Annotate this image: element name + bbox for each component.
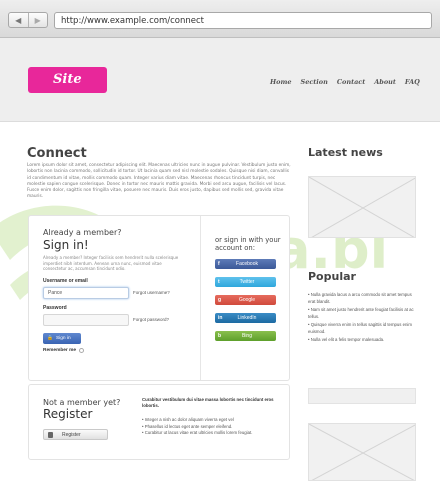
signin-button-label: Sign in bbox=[55, 335, 71, 341]
list-item[interactable]: • Nulla gravida lacus a arcu commodo sit… bbox=[308, 292, 418, 305]
signin-heading: Sign in! bbox=[43, 238, 89, 252]
site-header: Site Home Section Contact About FAQ bbox=[0, 38, 440, 122]
nav-item-about[interactable]: About bbox=[374, 78, 396, 86]
social-signin: or sign in with your account on: f Faceb… bbox=[215, 236, 281, 341]
main-nav: Home Section Contact About FAQ bbox=[270, 78, 420, 86]
forgot-password-link[interactable]: Forgot password? bbox=[133, 317, 169, 322]
latest-news-title: Latest news bbox=[308, 146, 383, 159]
twitter-button[interactable]: t Twitter bbox=[215, 277, 276, 287]
register-button[interactable]: Register bbox=[43, 429, 108, 440]
page-title: Connect bbox=[27, 146, 87, 161]
username-input[interactable]: Pance bbox=[43, 286, 129, 299]
login-panel: Already a member? Sign in! Already a mem… bbox=[28, 215, 290, 381]
news-image-placeholder bbox=[308, 176, 416, 238]
bing-label: Bing bbox=[241, 333, 252, 339]
nav-item-contact[interactable]: Contact bbox=[337, 78, 365, 86]
not-member-label: Not a member yet? bbox=[43, 398, 121, 407]
list-item: • Curabitur ut lacus vitae erat ultricie… bbox=[142, 430, 253, 435]
social-signin-title: or sign in with your account on: bbox=[215, 236, 281, 252]
back-icon[interactable]: ◀ bbox=[9, 13, 28, 27]
google-button[interactable]: g Google bbox=[215, 295, 276, 305]
register-heading: Register bbox=[43, 407, 93, 421]
forward-icon[interactable]: ▶ bbox=[27, 13, 48, 27]
browser-toolbar: ◀ ▶ http://www.example.com/connect bbox=[0, 0, 440, 38]
linkedin-button[interactable]: in LinkedIn bbox=[215, 313, 276, 323]
username-label: Username or email bbox=[43, 277, 88, 284]
already-member-label: Already a member? bbox=[43, 228, 122, 237]
linkedin-label: LinkedIn bbox=[237, 315, 257, 321]
image-placeholder-icon bbox=[309, 177, 415, 237]
facebook-label: Facebook bbox=[236, 261, 258, 267]
remember-me[interactable]: Remember me bbox=[43, 347, 203, 353]
popular-list: • Nulla gravida lacus a arcu commodo sit… bbox=[308, 292, 418, 346]
list-item[interactable]: • Nulla vel elit a felis tempor malesuad… bbox=[308, 337, 418, 344]
address-bar[interactable]: http://www.example.com/connect bbox=[54, 12, 432, 29]
intro-text: Lorem ipsum dolor sit amet, consectetur … bbox=[27, 163, 291, 200]
nav-item-section[interactable]: Section bbox=[301, 78, 328, 86]
sidebar-banner bbox=[308, 388, 416, 404]
list-item[interactable]: • Nam sit amet justo hendrerit ante feug… bbox=[308, 307, 418, 320]
popular-title: Popular bbox=[308, 270, 356, 283]
facebook-button[interactable]: f Facebook bbox=[215, 259, 276, 269]
register-button-label: Register bbox=[62, 431, 81, 438]
forgot-username-link[interactable]: Forgot username? bbox=[133, 290, 170, 295]
sidebar-image-placeholder bbox=[308, 423, 416, 481]
site-logo[interactable]: Site bbox=[28, 67, 107, 93]
signin-note: Already a member? Integer facilisis sem … bbox=[43, 255, 179, 271]
bing-button[interactable]: b Bing bbox=[215, 331, 276, 341]
nav-item-faq[interactable]: FAQ bbox=[405, 78, 420, 86]
nav-item-home[interactable]: Home bbox=[270, 78, 292, 86]
history-buttons: ◀ ▶ bbox=[8, 12, 48, 28]
user-icon bbox=[48, 431, 53, 438]
divider bbox=[200, 216, 201, 380]
register-panel: Not a member yet? Register Register Cura… bbox=[28, 384, 290, 460]
signin-form: Already a member? Sign in! Already a mem… bbox=[43, 228, 203, 353]
twitter-label: Twitter bbox=[239, 279, 255, 285]
image-placeholder-icon bbox=[309, 424, 415, 480]
lock-icon: 🔒 bbox=[47, 335, 53, 341]
google-label: Google bbox=[238, 297, 256, 303]
remember-label: Remember me bbox=[43, 347, 77, 353]
benefits-title: Curabitur vestibulum dui vitae massa lob… bbox=[142, 397, 274, 408]
list-item[interactable]: • Quisque viverra enim in tellus sagitti… bbox=[308, 322, 418, 335]
benefits-list: • Integer a nish ac dolor aliquam viverr… bbox=[142, 417, 282, 437]
password-input[interactable] bbox=[43, 313, 129, 326]
password-label: Password bbox=[43, 304, 67, 311]
signin-button[interactable]: 🔒 Sign in bbox=[43, 332, 81, 344]
remember-radio[interactable] bbox=[79, 347, 85, 353]
